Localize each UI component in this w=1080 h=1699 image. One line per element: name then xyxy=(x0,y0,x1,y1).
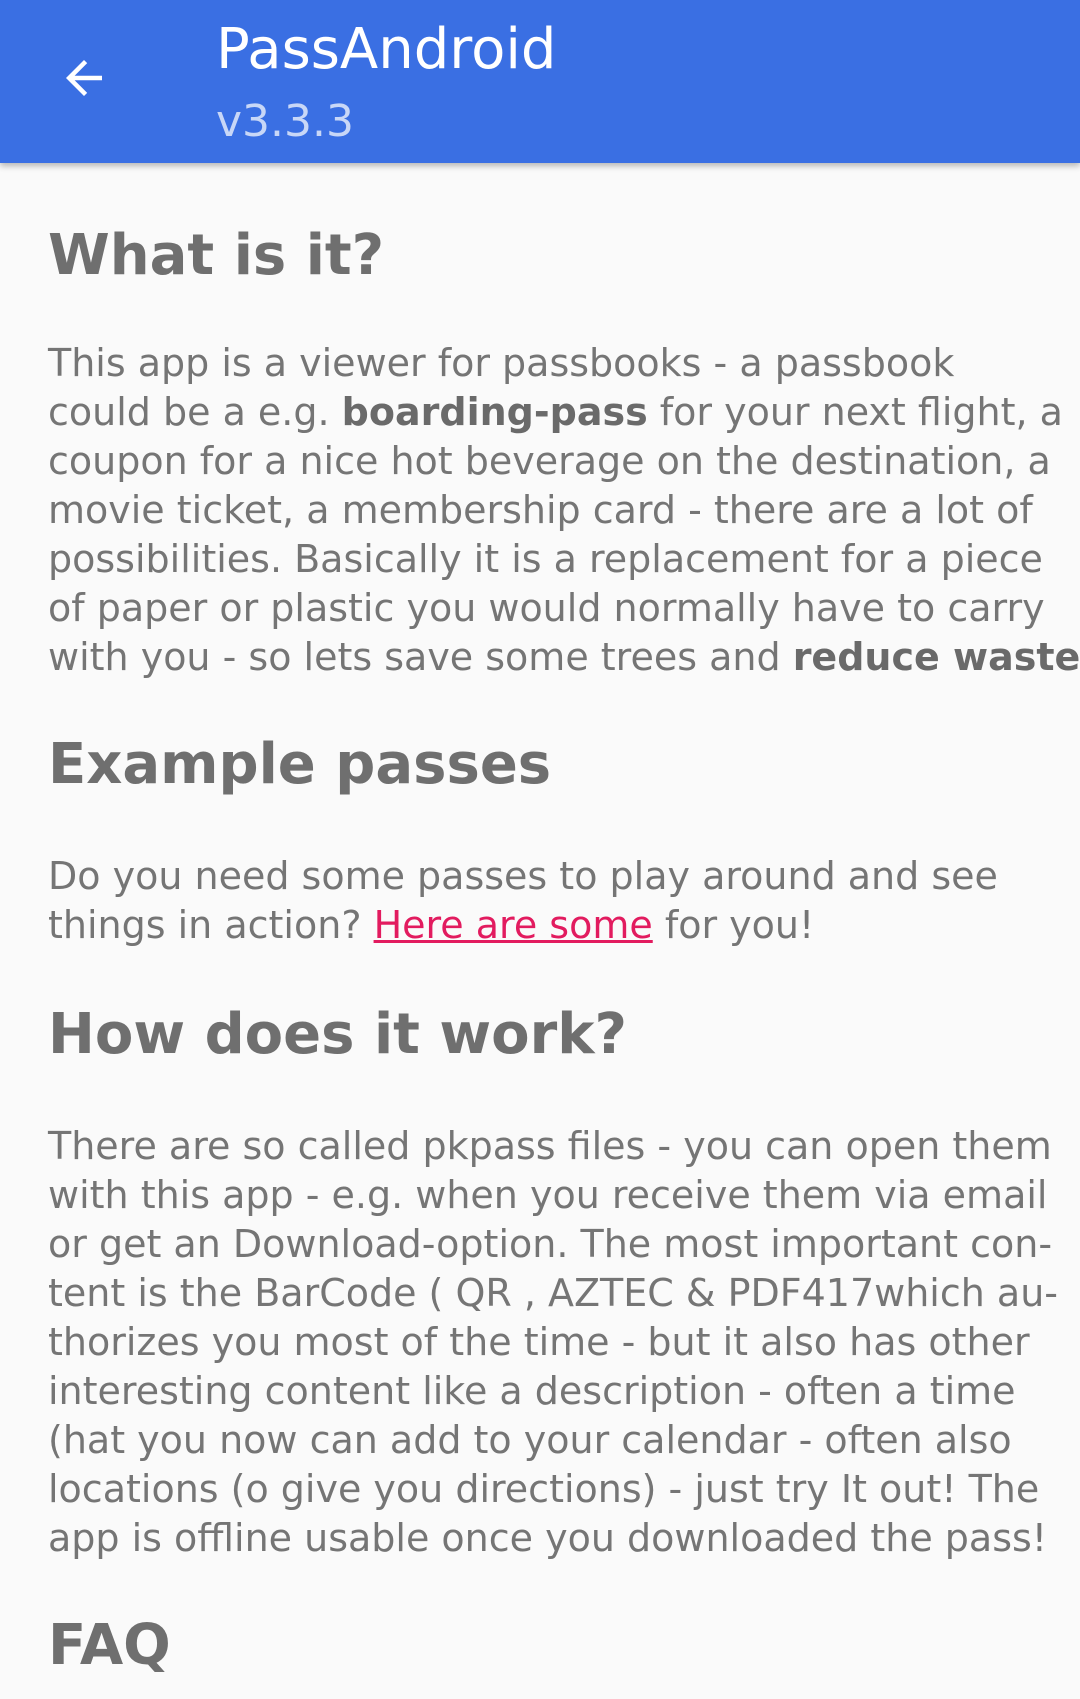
bold-text: boarding-pass xyxy=(341,390,648,434)
about-content: What is it? This app is a viewer for pas… xyxy=(48,163,1080,1681)
section-heading-what: What is it? xyxy=(48,223,385,288)
text-line: tent is the BarCode ( QR , AZTEC & PDF41… xyxy=(48,1271,1059,1315)
text-line: with this app - e.g. when you receive th… xyxy=(48,1173,1048,1217)
app-version: v3.3.3 xyxy=(216,96,354,147)
arrow-back-icon xyxy=(66,60,102,96)
section-heading-example: Example passes xyxy=(48,732,552,797)
text-line: There are so called pkpass files - you c… xyxy=(48,1124,1052,1168)
text-line: or get an Download-option. The most impo… xyxy=(48,1222,1053,1266)
text-line: possibilities. Basically it is a replace… xyxy=(48,537,1043,581)
text-line: with you - so lets save some trees and r… xyxy=(48,633,1080,682)
text-line: movie ticket, a membership card - there … xyxy=(48,488,1033,532)
section-body-how: There are so called pkpass files - you c… xyxy=(48,1122,1059,1563)
text-line: things in action? Here are some for you! xyxy=(48,903,815,947)
text-line: interesting content like a description -… xyxy=(48,1369,1016,1413)
text-line: locations (o give you directions) - just… xyxy=(48,1467,1040,1511)
text-line: could be a e.g. boarding-pass for your n… xyxy=(48,390,1063,434)
app-title: PassAndroid xyxy=(216,17,557,82)
app-bar: PassAndroid v3.3.3 xyxy=(0,0,1080,163)
section-heading-faq: FAQ xyxy=(48,1613,171,1678)
example-passes-link[interactable]: Here are some xyxy=(374,903,653,947)
text-line: (hat you now can add to your calendar - … xyxy=(48,1418,1012,1462)
section-body-what: This app is a viewer for passbooks - a p… xyxy=(48,339,1080,682)
text-line: Do you need some passes to play around a… xyxy=(48,854,998,898)
section-heading-how: How does it work? xyxy=(48,1002,627,1067)
text-line: coupon for a nice hot beverage on the de… xyxy=(48,439,1051,483)
text-line: of paper or plastic you would normally h… xyxy=(48,586,1045,630)
text-line: thorizes you most of the time - but it a… xyxy=(48,1320,1030,1364)
text-line: This app is a viewer for passbooks - a p… xyxy=(48,341,955,385)
bold-text: reduce waste! xyxy=(792,635,1080,679)
section-body-example: Do you need some passes to play around a… xyxy=(48,852,1038,950)
back-button[interactable] xyxy=(42,36,126,120)
text-line: app is offline usable once you downloade… xyxy=(48,1516,1048,1560)
